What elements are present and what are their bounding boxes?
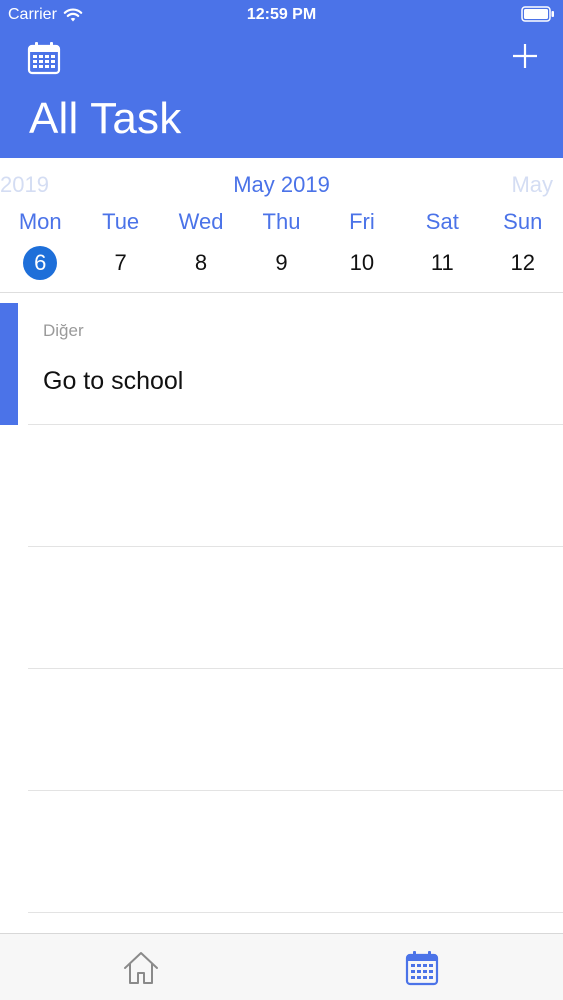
task-list: Diğer Go to school — [0, 303, 563, 913]
day-name: Sun — [503, 209, 543, 234]
day-sun[interactable]: Sun 12 — [483, 206, 563, 286]
home-icon[interactable] — [121, 948, 161, 988]
day-mon[interactable]: Mon 6 — [0, 206, 80, 286]
battery-icon — [521, 6, 554, 22]
empty-row — [0, 425, 563, 547]
day-number[interactable]: 11 — [425, 246, 459, 280]
week-strip: 2019 May 2019 May Mon 6 Tue 7 Wed 8 Thu … — [0, 158, 563, 293]
empty-row — [0, 669, 563, 791]
next-month-label[interactable]: May — [511, 172, 553, 198]
day-name: Thu — [262, 209, 301, 234]
day-number[interactable]: 10 — [345, 246, 379, 280]
empty-row — [0, 547, 563, 669]
task-item[interactable]: Diğer Go to school — [0, 303, 563, 425]
calendar-tab-icon[interactable] — [402, 948, 442, 988]
day-number[interactable]: 7 — [104, 246, 138, 280]
status-bar: Carrier 12:59 PM — [0, 0, 563, 30]
day-number[interactable]: 9 — [264, 246, 298, 280]
status-time: 12:59 PM — [246, 6, 317, 23]
day-name: Sat — [425, 209, 459, 234]
tab-bar — [0, 933, 563, 1000]
day-thu[interactable]: Thu 9 — [241, 206, 321, 286]
empty-row — [0, 791, 563, 913]
calendar-icon[interactable] — [26, 40, 62, 76]
day-name: Wed — [178, 209, 224, 234]
day-fri[interactable]: Fri 10 — [322, 206, 402, 286]
day-sat[interactable]: Sat 11 — [402, 206, 482, 286]
day-wed[interactable]: Wed 8 — [161, 206, 241, 286]
day-name: Fri — [349, 209, 375, 234]
task-category: Diğer — [43, 321, 84, 340]
current-month-label: May 2019 — [233, 172, 330, 197]
row-divider — [28, 912, 563, 913]
day-number[interactable]: 8 — [184, 246, 218, 280]
page-title: All Task — [29, 94, 182, 143]
day-name: Tue — [102, 209, 140, 234]
day-name: Mon — [18, 209, 62, 234]
week-days: Mon 6 Tue 7 Wed 8 Thu 9 Fri 10 Sat 11 Su… — [0, 206, 563, 286]
task-category-accent — [0, 303, 18, 425]
task-title: Go to school — [43, 367, 184, 395]
day-number-selected[interactable]: 6 — [23, 246, 58, 280]
add-task-button[interactable] — [509, 40, 541, 72]
header: Carrier 12:59 PM All Task — [0, 0, 563, 158]
day-tue[interactable]: Tue 7 — [80, 206, 160, 286]
day-number[interactable]: 12 — [506, 246, 540, 280]
